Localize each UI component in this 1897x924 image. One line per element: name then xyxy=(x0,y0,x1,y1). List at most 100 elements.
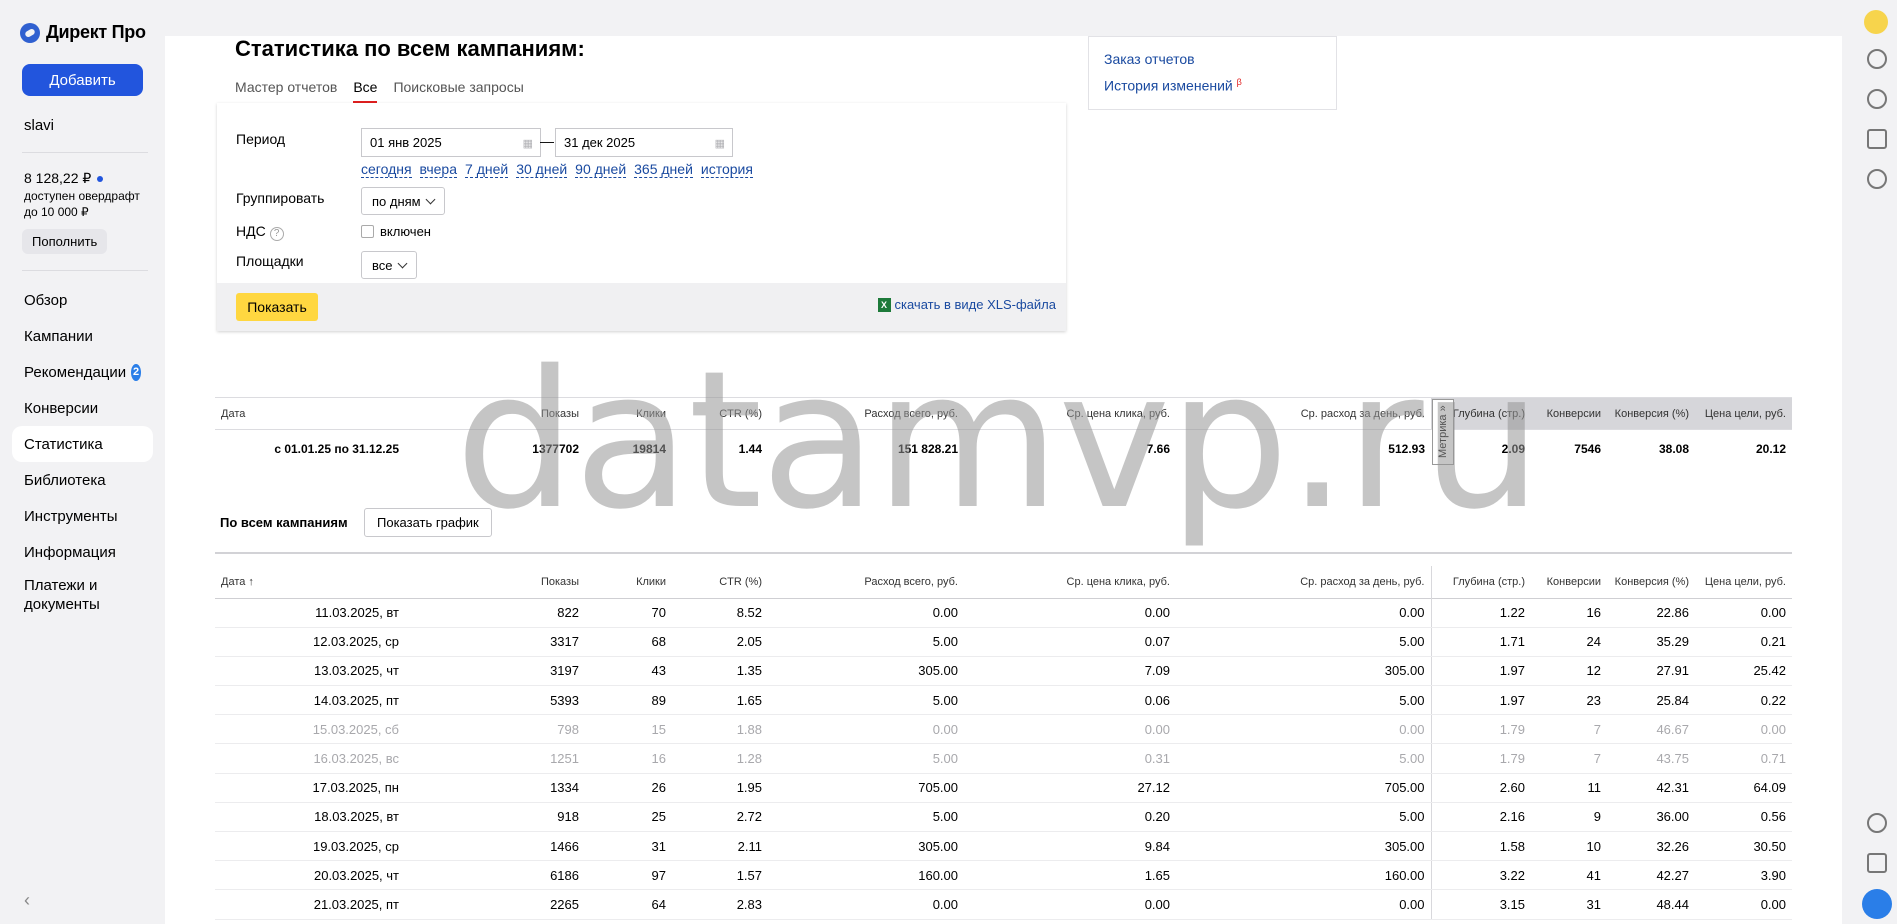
period-today-link[interactable]: сегодня xyxy=(361,161,412,178)
group-by-dropdown[interactable]: по дням xyxy=(361,187,445,215)
cell-conversions: 11 xyxy=(1531,773,1607,803)
summary-conversions: 7546 xyxy=(1574,441,1601,456)
sidebar-item-payments[interactable]: Платежи и документы xyxy=(12,570,153,616)
sidebar-item-label: Статистика xyxy=(24,435,103,453)
period-history-link[interactable]: история xyxy=(700,161,753,178)
cell-depth: 3.15 xyxy=(1430,889,1531,920)
metrika-toggle[interactable]: Метрика » xyxy=(1432,399,1454,465)
vat-checkbox[interactable] xyxy=(361,225,374,238)
col-depth[interactable]: Глубина (стр.) xyxy=(1430,566,1531,598)
cell-clicks: 15 xyxy=(585,714,672,745)
sidebar-item-campaigns[interactable]: Кампании xyxy=(12,318,153,354)
user-login[interactable]: slavi xyxy=(24,117,54,134)
cell-cost-per-goal: 0.00 xyxy=(1695,714,1792,745)
period-7-days-link[interactable]: 7 дней xyxy=(465,161,509,178)
date-to-input[interactable]: 31 дек 2025 ▦ xyxy=(555,128,733,157)
col-date: Дата xyxy=(221,407,246,420)
cell-conversion-rate: 22.86 xyxy=(1607,598,1695,628)
help-icon[interactable]: ? xyxy=(269,227,284,241)
cell-cost-per-goal: 0.56 xyxy=(1695,802,1792,833)
cell-avg-cpc: 0.00 xyxy=(964,598,1176,628)
change-history-link[interactable]: История изменений β xyxy=(1104,77,1321,94)
col-avg-daily-spend[interactable]: Ср. расход за день, руб. xyxy=(1176,566,1431,598)
cell-clicks: 43 xyxy=(585,656,672,687)
calendar-icon[interactable]: ▦ xyxy=(715,137,725,150)
sidebar-item-information[interactable]: Информация xyxy=(12,534,153,570)
order-reports-link[interactable]: Заказ отчетов xyxy=(1104,51,1321,67)
cell-clicks: 25 xyxy=(585,802,672,833)
logo[interactable]: Директ Про xyxy=(20,22,146,43)
thumbs-up-icon[interactable] xyxy=(1867,129,1887,149)
sidebar-item-overview[interactable]: Обзор xyxy=(12,282,153,318)
topup-button[interactable]: Пополнить xyxy=(22,229,108,254)
col-impressions[interactable]: Показы xyxy=(405,566,585,598)
cell-depth: 1.79 xyxy=(1430,743,1531,774)
globe-icon[interactable] xyxy=(1867,813,1887,833)
apps-grid-icon[interactable] xyxy=(1867,853,1887,873)
col-impressions: Показы xyxy=(540,407,579,420)
date-to-value: 31 дек 2025 xyxy=(564,135,636,150)
balance-status-dot xyxy=(97,175,104,182)
period-30-days-link[interactable]: 30 дней xyxy=(516,161,568,178)
add-button[interactable]: Добавить xyxy=(22,64,143,96)
cell-impressions: 918 xyxy=(405,802,585,833)
cell-ctr: 8.52 xyxy=(672,598,768,628)
cell-clicks: 97 xyxy=(585,860,672,891)
show-graph-button[interactable]: Показать график xyxy=(364,508,492,537)
cell-impressions: 3197 xyxy=(405,656,585,687)
cell-avg-cpc: 0.07 xyxy=(964,627,1176,657)
sidebar-item-label: Кампании xyxy=(24,327,93,345)
cell-cost-per-goal: 0.22 xyxy=(1695,685,1792,716)
date-from-input[interactable]: 01 янв 2025 ▦ xyxy=(361,128,541,157)
period-90-days-link[interactable]: 90 дней xyxy=(575,161,627,178)
calendar-icon[interactable]: ▦ xyxy=(523,137,533,150)
col-date-sort[interactable]: Дата ↑ xyxy=(215,566,405,598)
cell-date: 15.03.2025, сб xyxy=(215,714,405,745)
cell-conversion-rate: 46.67 xyxy=(1607,714,1695,745)
table-row: 21.03.2025, пт 2265 64 2.83 0.00 0.00 0.00 3.15… xyxy=(215,889,1792,920)
cell-conversions: 12 xyxy=(1531,656,1607,687)
cell-spend: 0.00 xyxy=(768,598,964,628)
cell-ctr: 1.65 xyxy=(672,685,768,716)
play-icon[interactable] xyxy=(1867,169,1887,189)
cell-spend: 0.00 xyxy=(768,889,964,920)
summary-impressions: 1377702 xyxy=(532,441,579,456)
tab-all[interactable]: Все xyxy=(353,79,378,103)
vat-checkbox-label[interactable]: включен xyxy=(380,224,431,239)
avatar[interactable] xyxy=(1864,10,1888,34)
show-button[interactable]: Показать xyxy=(236,293,318,321)
sidebar-item-conversions[interactable]: Конверсии xyxy=(12,390,153,426)
download-xls-link[interactable]: X скачать в виде XLS-файла xyxy=(877,297,1056,312)
bell-icon[interactable] xyxy=(1867,89,1887,109)
col-conversions[interactable]: Конверсии xyxy=(1531,566,1607,598)
col-ctr[interactable]: CTR (%) xyxy=(672,566,768,598)
assistant-icon[interactable] xyxy=(1862,889,1892,919)
sidebar-item-tools[interactable]: Инструменты xyxy=(12,498,153,534)
tab-report-wizard[interactable]: Мастер отчетов xyxy=(235,79,337,103)
period-yesterday-link[interactable]: вчера xyxy=(419,161,458,178)
sidebar-item-library[interactable]: Библиотека xyxy=(12,462,153,498)
collapse-sidebar-icon[interactable]: ‹ xyxy=(24,890,30,911)
cell-date: 16.03.2025, вс xyxy=(215,743,405,774)
summary-avg-cpc: 7.66 xyxy=(1146,441,1170,456)
col-avg-cpc[interactable]: Ср. цена клика, руб. xyxy=(964,566,1176,598)
places-dropdown[interactable]: все xyxy=(361,251,417,279)
cell-conversion-rate: 36.00 xyxy=(1607,802,1695,833)
cell-date: 13.03.2025, чт xyxy=(215,656,405,687)
col-clicks: Клики xyxy=(636,407,666,420)
sidebar-item-statistics[interactable]: Статистика xyxy=(12,426,153,462)
cell-spend: 5.00 xyxy=(768,802,964,833)
cell-depth: 1.58 xyxy=(1430,831,1531,862)
summary-header-row: Дата Показы Клики CTR (%) Расход всего, … xyxy=(215,397,1792,430)
cell-depth: 1.22 xyxy=(1430,598,1531,628)
sidebar-item-recommendations[interactable]: Рекомендации 2 xyxy=(12,354,153,390)
chat-icon[interactable] xyxy=(1867,49,1887,69)
cell-cost-per-goal: 64.09 xyxy=(1695,773,1792,803)
col-spend[interactable]: Расход всего, руб. xyxy=(768,566,964,598)
cell-impressions: 2265 xyxy=(405,889,585,920)
col-conversion-rate[interactable]: Конверсия (%) xyxy=(1607,566,1695,598)
col-clicks[interactable]: Клики xyxy=(585,566,672,598)
col-cost-per-goal[interactable]: Цена цели, руб. xyxy=(1695,566,1792,598)
tab-search-queries[interactable]: Поисковые запросы xyxy=(393,79,523,103)
period-365-days-link[interactable]: 365 дней xyxy=(634,161,693,178)
